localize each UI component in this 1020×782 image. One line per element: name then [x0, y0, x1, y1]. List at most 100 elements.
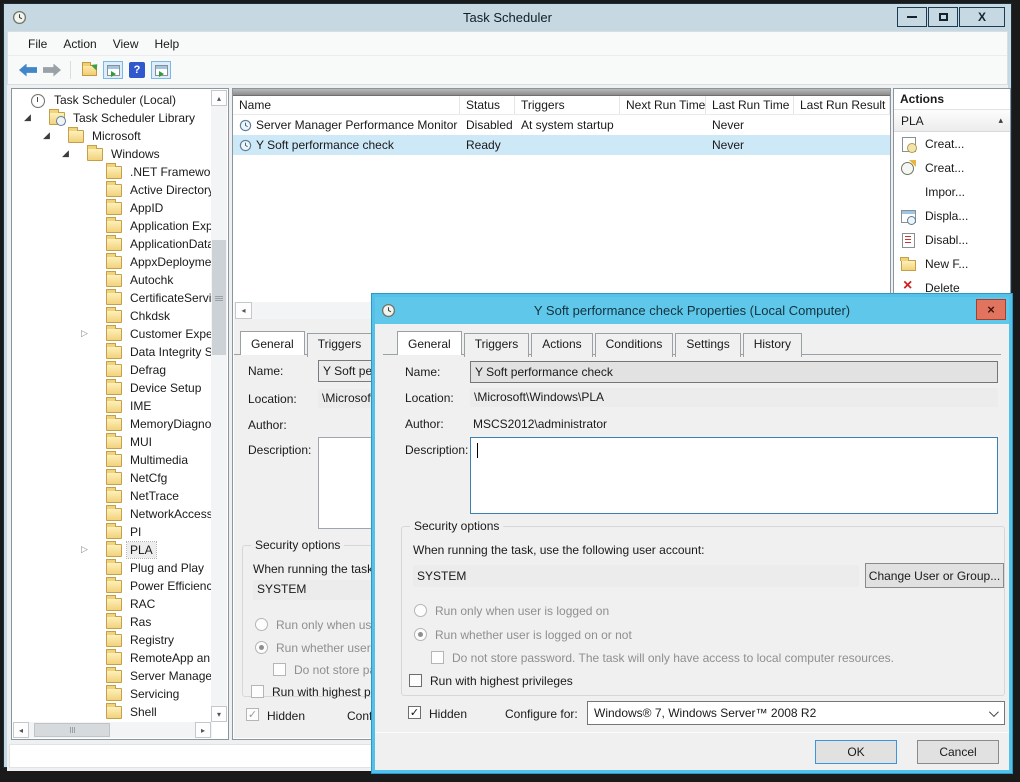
- task-row[interactable]: Y Soft performance check Ready Never: [233, 135, 890, 155]
- column-header[interactable]: Next Run Time: [620, 96, 706, 114]
- menu-item[interactable]: Action: [55, 32, 104, 55]
- tree-item[interactable]: PLA: [12, 541, 211, 559]
- tree-item[interactable]: Microsoft: [12, 127, 211, 145]
- scroll-down-icon[interactable]: ▾: [211, 706, 227, 722]
- back-icon[interactable]: [19, 64, 37, 77]
- preview-hidden-checkbox[interactable]: [246, 708, 259, 721]
- tree-item[interactable]: Shell: [12, 703, 211, 721]
- tree-item[interactable]: NetCfg: [12, 469, 211, 487]
- menu-item[interactable]: View: [105, 32, 147, 55]
- tree-item[interactable]: Active Directory: [12, 181, 211, 199]
- preview-no-password-checkbox[interactable]: [273, 663, 286, 676]
- tree-item[interactable]: Task Scheduler Library: [12, 109, 211, 127]
- radio-run-logged-on[interactable]: [414, 604, 427, 617]
- scroll-right-icon[interactable]: ▸: [195, 722, 211, 738]
- tree-item[interactable]: Power Efficienc: [12, 577, 211, 595]
- help-icon[interactable]: ?: [127, 61, 147, 79]
- highest-privileges-checkbox[interactable]: [409, 674, 422, 687]
- tree-item[interactable]: Server Manage: [12, 667, 211, 685]
- tree-item[interactable]: .NET Framewor: [12, 163, 211, 181]
- preview-tab[interactable]: General: [240, 331, 305, 355]
- tree-vertical-scrollbar[interactable]: ▴ ▾: [211, 90, 227, 722]
- dialog-tab[interactable]: Actions: [531, 333, 592, 357]
- expander-icon[interactable]: [24, 113, 49, 123]
- tree-item[interactable]: RAC: [12, 595, 211, 613]
- preview-radio-not-logged-on[interactable]: [255, 641, 268, 654]
- collapse-icon[interactable]: ▴: [998, 116, 1003, 126]
- maximize-button[interactable]: [928, 7, 958, 27]
- tree-item[interactable]: IME: [12, 397, 211, 415]
- tree-item[interactable]: Servicing: [12, 685, 211, 703]
- configure-for-select[interactable]: Windows® 7, Windows Server™ 2008 R2: [587, 701, 1005, 725]
- tree-item[interactable]: Multimedia: [12, 451, 211, 469]
- show-hide-console-tree-icon[interactable]: [103, 61, 123, 79]
- dialog-title-bar[interactable]: Y Soft performance check Properties (Loc…: [375, 297, 1009, 324]
- expander-icon[interactable]: [43, 131, 68, 141]
- action-item[interactable]: Creat...: [894, 132, 1010, 156]
- column-header[interactable]: Last Run Time: [706, 96, 794, 114]
- menu-item[interactable]: Help: [147, 32, 188, 55]
- expander-icon[interactable]: [62, 149, 87, 159]
- dialog-tab[interactable]: Triggers: [464, 333, 530, 357]
- expander-icon[interactable]: [81, 329, 106, 339]
- column-header[interactable]: Name: [233, 96, 460, 114]
- ok-button[interactable]: OK: [815, 740, 897, 764]
- export-icon[interactable]: [79, 61, 99, 79]
- tree-item[interactable]: Application Exp: [12, 217, 211, 235]
- action-item[interactable]: Displa...: [894, 204, 1010, 228]
- tree-item[interactable]: Task Scheduler (Local): [12, 91, 211, 109]
- cancel-button[interactable]: Cancel: [917, 740, 999, 764]
- tree-item[interactable]: Registry: [12, 631, 211, 649]
- tree-item[interactable]: Device Setup: [12, 379, 211, 397]
- preview-radio-logged-on[interactable]: [255, 618, 268, 631]
- dialog-tab[interactable]: Conditions: [595, 333, 674, 357]
- no-password-checkbox[interactable]: [431, 651, 444, 664]
- column-header[interactable]: Triggers: [515, 96, 620, 114]
- description-field[interactable]: [470, 437, 998, 514]
- scroll-left-icon[interactable]: ◂: [235, 302, 252, 319]
- tree-item[interactable]: Windows: [12, 145, 211, 163]
- tree-item[interactable]: Autochk: [12, 271, 211, 289]
- tree-item[interactable]: NetworkAccess: [12, 505, 211, 523]
- hidden-checkbox[interactable]: [408, 706, 421, 719]
- tree-item[interactable]: Defrag: [12, 361, 211, 379]
- action-item[interactable]: Disabl...: [894, 228, 1010, 252]
- expander-icon[interactable]: [81, 545, 106, 555]
- menu-item[interactable]: File: [20, 32, 55, 55]
- tree-item[interactable]: Customer Exper: [12, 325, 211, 343]
- scroll-left-icon[interactable]: ◂: [13, 722, 29, 738]
- tree-item[interactable]: CertificateServic: [12, 289, 211, 307]
- column-header[interactable]: Last Run Result: [794, 96, 890, 114]
- tree-item[interactable]: MUI: [12, 433, 211, 451]
- tree-horizontal-scrollbar[interactable]: ◂ ▸: [13, 722, 212, 738]
- minimize-button[interactable]: [897, 7, 927, 27]
- tree-item[interactable]: NetTrace: [12, 487, 211, 505]
- tree-item[interactable]: Plug and Play: [12, 559, 211, 577]
- tree-item[interactable]: AppxDeployme: [12, 253, 211, 271]
- tree-hscroll-thumb[interactable]: [34, 723, 110, 737]
- tree-item[interactable]: Chkdsk: [12, 307, 211, 325]
- tree-item[interactable]: MemoryDiagno: [12, 415, 211, 433]
- actions-group-header[interactable]: PLA ▴: [894, 110, 1010, 132]
- tree-item[interactable]: Data Integrity S: [12, 343, 211, 361]
- column-header[interactable]: Status: [460, 96, 515, 114]
- tree-item[interactable]: PI: [12, 523, 211, 541]
- show-hide-action-pane-icon[interactable]: [151, 61, 171, 79]
- close-button[interactable]: X: [959, 7, 1005, 27]
- tree-item[interactable]: ApplicationData: [12, 235, 211, 253]
- task-row[interactable]: Server Manager Performance Monitor Disab…: [233, 115, 890, 135]
- dialog-close-button[interactable]: ×: [976, 299, 1006, 320]
- preview-tab[interactable]: Triggers: [307, 333, 373, 357]
- preview-highest-privileges-checkbox[interactable]: [251, 685, 264, 698]
- tree-vscroll-thumb[interactable]: [212, 240, 226, 355]
- action-item[interactable]: New F...: [894, 252, 1010, 276]
- title-bar[interactable]: Task Scheduler X: [4, 4, 1011, 31]
- scroll-up-icon[interactable]: ▴: [211, 90, 227, 106]
- tree-item[interactable]: RemoteApp an: [12, 649, 211, 667]
- action-item[interactable]: Creat...: [894, 156, 1010, 180]
- change-user-button[interactable]: Change User or Group...: [865, 563, 1004, 588]
- action-item[interactable]: Impor...: [894, 180, 1010, 204]
- dialog-tab[interactable]: General: [397, 331, 462, 355]
- forward-icon[interactable]: [43, 64, 61, 77]
- dialog-tab[interactable]: History: [743, 333, 802, 357]
